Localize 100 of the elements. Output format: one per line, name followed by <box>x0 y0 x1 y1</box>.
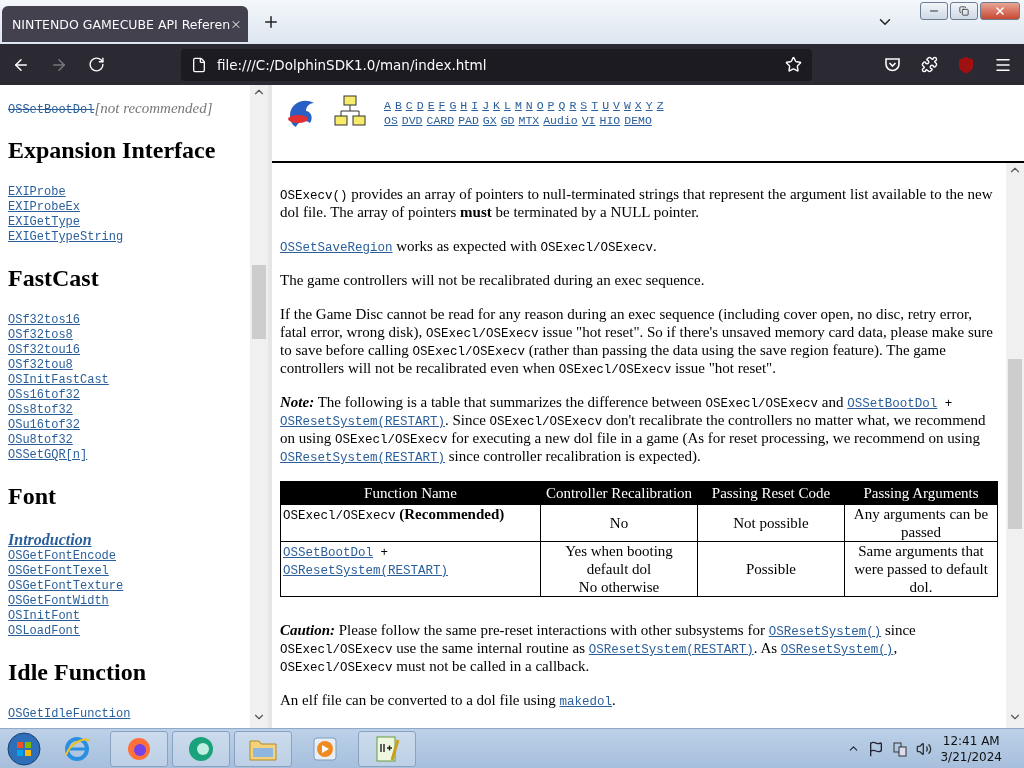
index-letter-link[interactable]: L <box>503 99 511 112</box>
section-heading: Font <box>8 483 57 509</box>
cell-text: Possible <box>746 561 796 577</box>
cell-text: Not possible <box>733 515 809 531</box>
browser-taskbar-button[interactable] <box>110 730 168 767</box>
index-letter-link[interactable]: Z <box>656 99 664 112</box>
section-link[interactable]: GD <box>500 114 515 127</box>
cell-text: No <box>609 515 629 531</box>
index-letter-link[interactable]: O <box>536 99 544 112</box>
function-link[interactable]: OSf32tos8 <box>8 328 73 343</box>
link[interactable]: OSSetBootDol <box>283 546 373 560</box>
index-letter-link[interactable]: U <box>602 99 610 112</box>
index-letter-link[interactable]: V <box>613 99 620 112</box>
section-link[interactable]: PAD <box>458 114 479 127</box>
function-link[interactable]: EXIProbeEx <box>8 200 80 215</box>
section-link[interactable]: DEMO <box>624 114 652 127</box>
close-icon[interactable] <box>994 5 1006 17</box>
scrollbar-thumb[interactable] <box>252 265 266 339</box>
index-letter-link[interactable]: C <box>405 99 413 112</box>
index-letter-link[interactable]: Y <box>645 99 653 112</box>
index-letter-link[interactable]: E <box>427 99 435 112</box>
section-link[interactable]: MTX <box>518 114 540 127</box>
index-letter-link[interactable]: M <box>514 99 522 112</box>
flag-icon[interactable] <box>868 740 885 757</box>
function-link[interactable]: OSSetBootDol <box>8 103 95 117</box>
function-link[interactable]: OSSetGQR[n] <box>8 448 88 463</box>
restore-button[interactable] <box>950 2 978 20</box>
restore-icon[interactable] <box>959 6 969 16</box>
section-link[interactable]: VI <box>581 114 596 127</box>
start-button[interactable] <box>4 730 44 767</box>
function-link[interactable]: OSf32tos16 <box>8 313 80 328</box>
function-link[interactable]: EXIProbe <box>8 185 66 200</box>
index-letter-link[interactable]: D <box>416 99 424 112</box>
section-link[interactable]: GX <box>482 114 497 127</box>
bookmark-star-icon[interactable] <box>785 56 802 73</box>
function-link[interactable]: OSu8tof32 <box>8 433 73 448</box>
function-link[interactable]: OSGetFontTexel <box>8 564 109 579</box>
link[interactable]: OSResetSystem(RESTART) <box>280 415 446 429</box>
index-letter-link[interactable]: R <box>569 99 577 112</box>
scrollbar[interactable] <box>1006 163 1024 728</box>
link[interactable]: OSSetSaveRegion <box>280 241 393 255</box>
notepad-icon[interactable] <box>374 733 400 764</box>
index-letter-link[interactable]: N <box>525 99 533 112</box>
function-link[interactable]: OSGetIdleFunction <box>8 707 131 722</box>
function-link[interactable]: EXIGetTypeString <box>8 230 124 245</box>
index-letter-link[interactable]: X <box>634 99 642 112</box>
function-link[interactable]: OSInitFastCast <box>8 373 109 388</box>
index-letter-link[interactable]: S <box>580 99 588 112</box>
function-link[interactable]: OSGetFontTexture <box>8 579 124 594</box>
function-link[interactable]: OSLoadFont <box>8 624 80 639</box>
index-letter-link[interactable]: H <box>460 99 468 112</box>
link[interactable]: OSSetBootDol <box>847 397 938 411</box>
function-link[interactable]: OSf32tou8 <box>8 358 73 373</box>
index-letter-link[interactable]: P <box>547 99 555 112</box>
function-link[interactable]: OSs16tof32 <box>8 388 80 403</box>
function-link[interactable]: OSs8tof32 <box>8 403 73 418</box>
section-link[interactable]: DVD <box>401 114 423 127</box>
introduction-link[interactable]: Introduction <box>8 531 92 549</box>
reload-icon[interactable] <box>88 56 105 73</box>
tree-diagram-icon[interactable] <box>334 95 366 127</box>
index-letter-link[interactable]: A <box>384 99 391 112</box>
function-link[interactable]: OSInitFont <box>8 609 80 624</box>
section-heading: Idle Function <box>8 659 148 685</box>
function-link[interactable]: OSGetFontWidth <box>8 594 109 609</box>
scrollbar[interactable] <box>250 85 268 728</box>
scrollbar-thumb[interactable] <box>1008 359 1022 529</box>
section-link[interactable]: OS <box>384 114 398 127</box>
section-link[interactable]: Audio <box>543 114 578 127</box>
index-letter-link[interactable]: T <box>591 99 599 112</box>
minimize-button[interactable] <box>920 2 948 20</box>
clock[interactable]: 12:41 AM 3/21/2024 <box>940 732 1002 765</box>
index-letter-link[interactable]: Q <box>558 99 566 112</box>
link[interactable]: OSResetSystem() <box>768 625 882 639</box>
plus-icon[interactable] <box>262 13 280 31</box>
link[interactable]: makedol <box>559 695 612 709</box>
address-bar[interactable]: file:///C:/DolphinSDK1.0/man/index.html <box>181 48 812 81</box>
link[interactable]: OSResetSystem() <box>780 643 894 657</box>
paragraph: OSExecv() provides an array of pointers to null-terminated strings that represent the argument list available to the new dol file. The array of pointers must be terminated by a NULL pointer. <box>280 185 994 221</box>
index-letter-link[interactable]: F <box>438 99 446 112</box>
section-link[interactable]: CARD <box>426 114 455 127</box>
function-link[interactable]: OSu16tof32 <box>8 418 80 433</box>
index-letter-link[interactable]: B <box>394 99 402 112</box>
section-link[interactable]: HIO <box>599 114 621 127</box>
function-link[interactable]: OSf32tou16 <box>8 343 80 358</box>
index-letter-link[interactable]: J <box>482 99 490 112</box>
function-link[interactable]: EXIGetType <box>8 215 80 230</box>
close-button[interactable] <box>980 2 1020 20</box>
index-letter-link[interactable]: W <box>623 99 631 112</box>
link[interactable]: OSResetSystem(RESTART) <box>283 564 449 578</box>
browser-tab[interactable]: NINTENDO GAMECUBE API Referen <box>2 6 248 42</box>
notepad-taskbar-button[interactable] <box>358 730 416 767</box>
function-link[interactable]: OSGetFontEncode <box>8 549 117 564</box>
index-letter-link[interactable]: I <box>471 99 479 112</box>
index-letter-link[interactable]: G <box>449 99 457 112</box>
link[interactable]: OSResetSystem(RESTART) <box>588 643 754 657</box>
link[interactable]: OSResetSystem(RESTART) <box>280 451 446 465</box>
pocket-icon[interactable] <box>884 56 901 73</box>
network-icon[interactable] <box>892 740 909 757</box>
puzzle-icon[interactable] <box>921 56 938 73</box>
index-letter-link[interactable]: K <box>493 99 500 112</box>
